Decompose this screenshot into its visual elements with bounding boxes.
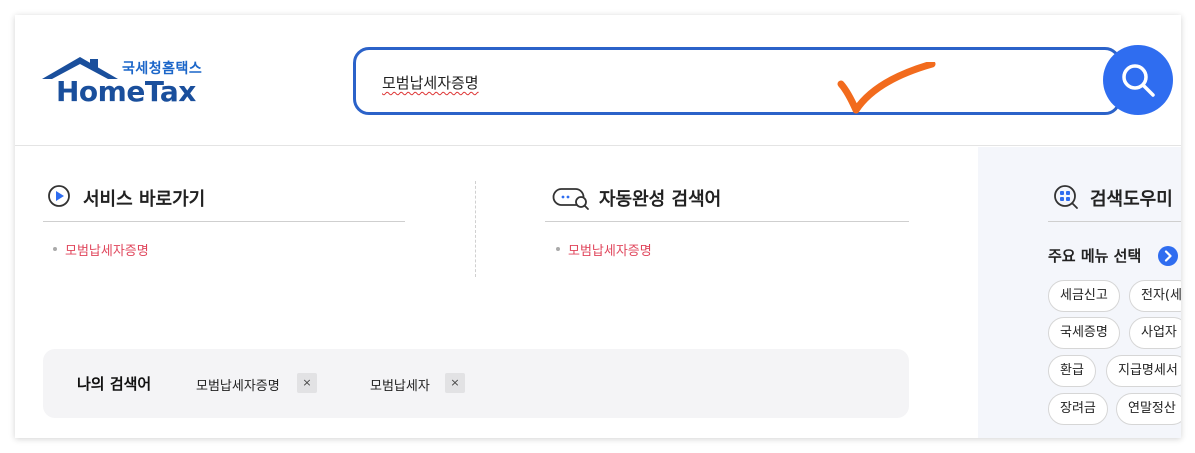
checkmark-annotation-icon xyxy=(837,62,936,114)
menu-chip[interactable]: 국세증명 xyxy=(1048,317,1120,349)
bullet xyxy=(53,247,57,251)
menu-chip[interactable]: 장려금 xyxy=(1048,393,1108,425)
menu-chip[interactable]: 지급명세서 xyxy=(1106,355,1181,387)
search-button[interactable] xyxy=(1103,45,1173,115)
search-helper-title: 검색도우미 xyxy=(1090,189,1173,210)
autocomplete-title: 자동완성 검색어 xyxy=(599,189,722,210)
logo-english-text: HomeTax xyxy=(56,75,196,108)
autocomplete-search-icon xyxy=(552,188,589,210)
service-shortcut-item[interactable]: 모범납세자증명 xyxy=(65,240,149,259)
my-search-keyword[interactable]: 모범납세자 xyxy=(370,375,430,394)
service-shortcut-title: 서비스 바로가기 xyxy=(83,189,206,210)
search-helper-panel: 검색도우미 주요 메뉴 선택 세금신고 전자(세 국세증명 사업자 환급 지급명… xyxy=(978,147,1181,438)
search-input[interactable]: 모범납세자증명 xyxy=(353,47,1121,115)
search-popup: 국세청홈택스 HomeTax 모범납세자증명 서비스 바로가기 모범납세자증명 xyxy=(15,15,1181,438)
my-search-title: 나의 검색어 xyxy=(77,375,152,393)
hometax-logo[interactable]: 국세청홈택스 HomeTax xyxy=(42,55,212,110)
my-search-keyword[interactable]: 모범납세자증명 xyxy=(196,375,280,394)
header: 국세청홈택스 HomeTax 모범납세자증명 xyxy=(15,15,1181,146)
divider xyxy=(1048,221,1181,222)
autocomplete-item[interactable]: 모범납세자증명 xyxy=(568,240,652,259)
menu-chip[interactable]: 환급 xyxy=(1048,355,1096,387)
divider xyxy=(43,221,405,222)
menu-chip[interactable]: 전자(세 xyxy=(1129,280,1181,312)
menu-chip[interactable]: 연말정산 xyxy=(1116,393,1181,425)
grid-search-icon xyxy=(1054,185,1078,209)
remove-keyword-button[interactable]: × xyxy=(445,373,465,393)
my-search-panel: 나의 검색어 모범납세자증명 × 모범납세자 × xyxy=(43,349,909,418)
column-divider xyxy=(475,181,476,277)
chevron-right-circle-icon[interactable] xyxy=(1158,246,1178,266)
main-menu-title: 주요 메뉴 선택 xyxy=(1048,247,1142,265)
menu-chip[interactable]: 세금신고 xyxy=(1048,280,1120,312)
divider xyxy=(545,221,909,222)
search-icon xyxy=(1122,64,1155,97)
bullet xyxy=(556,247,560,251)
search-input-value: 모범납세자증명 xyxy=(382,74,479,92)
play-circle-icon xyxy=(48,185,70,207)
menu-chip[interactable]: 사업자 xyxy=(1129,317,1181,349)
remove-keyword-button[interactable]: × xyxy=(297,373,317,393)
